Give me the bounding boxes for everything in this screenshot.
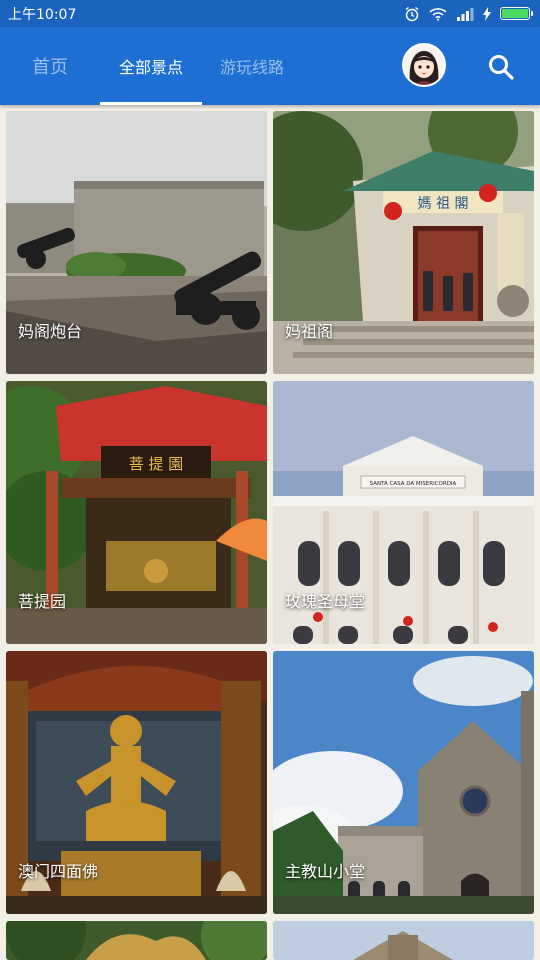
- attraction-card-partial-left[interactable]: [6, 921, 267, 960]
- signal-icon: [457, 7, 474, 21]
- tab-home[interactable]: 首页: [10, 27, 90, 105]
- rosary-plaque-text: SANTA CASA DA MISERICORDIA: [370, 481, 457, 487]
- status-icons: [404, 6, 533, 22]
- attraction-card-four-faced-buddha[interactable]: 澳门四面佛: [6, 651, 267, 914]
- attraction-card-bodhi-garden[interactable]: 菩 提 園 菩提园: [6, 381, 267, 644]
- attraction-photo: [6, 921, 267, 960]
- active-tab-indicator: [100, 102, 202, 105]
- alarm-icon: [405, 6, 419, 21]
- attraction-name: 妈阁炮台: [18, 322, 83, 341]
- status-bar: 上午10:07: [0, 0, 540, 27]
- battery-icon: [500, 7, 533, 20]
- app-bar: 首页 全部景点 游玩线路: [0, 27, 540, 105]
- avatar[interactable]: [402, 43, 446, 87]
- attraction-name: 玫瑰圣母堂: [285, 592, 366, 611]
- tab-routes[interactable]: 游玩线路: [204, 27, 300, 105]
- charging-icon: [483, 6, 491, 21]
- tab-all-attractions[interactable]: 全部景点: [100, 27, 202, 105]
- attraction-card-partial-right[interactable]: [273, 921, 534, 960]
- attraction-card-a-ma-temple[interactable]: 媽 祖 閣 妈祖阁: [273, 111, 534, 374]
- attraction-name: 澳门四面佛: [18, 862, 99, 881]
- puti-plaque-text: 菩 提 園: [129, 455, 184, 473]
- attraction-name: 妈祖阁: [285, 322, 334, 341]
- attraction-card-penha-chapel[interactable]: 主教山小堂: [273, 651, 534, 914]
- status-time: 上午10:07: [8, 6, 77, 23]
- attraction-card-ma-kok-fort[interactable]: 妈阁炮台: [6, 111, 267, 374]
- attraction-name: 菩提园: [18, 592, 67, 611]
- attraction-name: 主教山小堂: [285, 862, 366, 881]
- wifi-icon: [429, 7, 447, 21]
- avatar-illustration: [404, 45, 444, 85]
- attraction-card-rosary-church[interactable]: SANTA CASA DA MISERICORDIA 玫瑰圣母堂: [273, 381, 534, 644]
- search-icon[interactable]: [487, 53, 515, 81]
- mazu-plaque-text: 媽 祖 閣: [418, 196, 469, 212]
- attraction-photo: [273, 921, 534, 960]
